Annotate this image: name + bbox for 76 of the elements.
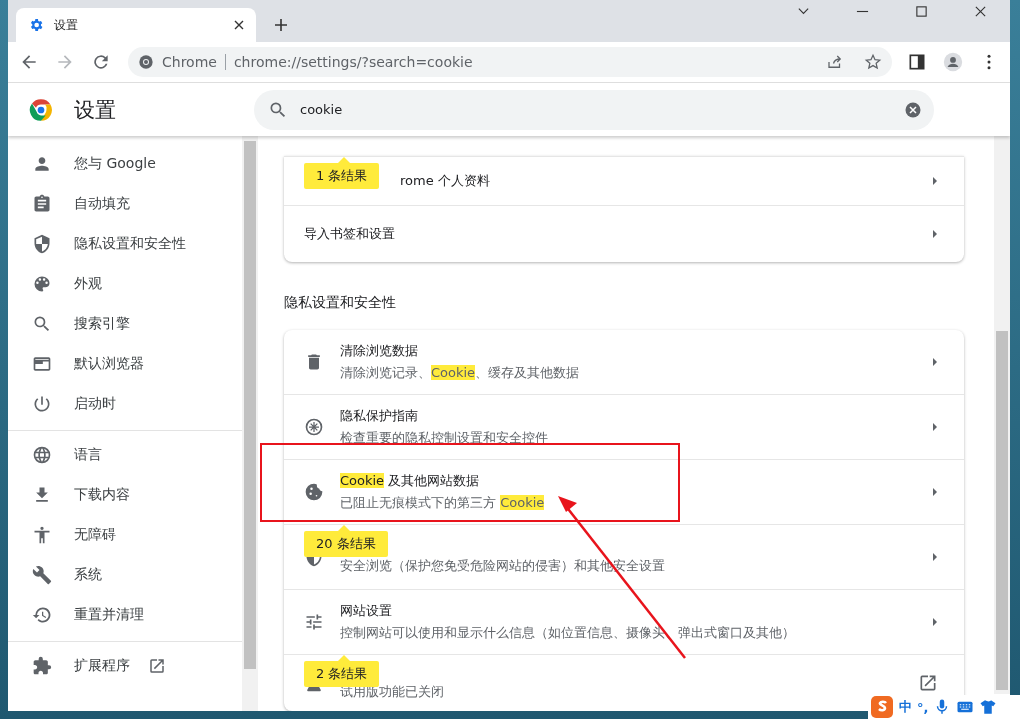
close-icon[interactable] bbox=[234, 20, 244, 30]
clear-icon[interactable] bbox=[904, 100, 922, 119]
row-description: 检查重要的隐私控制设置和安全控件 bbox=[340, 429, 549, 447]
sidebar-item[interactable]: 无障碍 bbox=[8, 515, 242, 555]
sidebar-item[interactable]: 您与 Google bbox=[8, 144, 242, 184]
row-description: 已阻止无痕模式下的第三方 Cookie bbox=[340, 494, 546, 512]
search-field[interactable]: cookie bbox=[254, 89, 934, 130]
result-count-tooltip: 1 条结果 bbox=[304, 157, 380, 189]
row-description: 清除浏览记录、Cookie、缓存及其他数据 bbox=[340, 364, 581, 382]
result-count-tooltip: 2 条结果 bbox=[304, 655, 380, 687]
settings-row[interactable]: 导入书签和设置 bbox=[284, 205, 964, 262]
arrow-icon bbox=[932, 617, 938, 627]
row-description: 控制网站可以使用和显示什么信息（如位置信息、摄像头、弹出式窗口及其他） bbox=[340, 624, 796, 642]
side-panel-icon[interactable] bbox=[907, 52, 927, 72]
sidebar-icon bbox=[32, 314, 52, 334]
result-count-tooltip: 20 条结果 bbox=[304, 525, 388, 557]
shirt-icon[interactable] bbox=[979, 698, 998, 716]
arrow-icon bbox=[932, 552, 938, 562]
cookie-icon bbox=[304, 482, 324, 502]
sidebar-icon bbox=[32, 525, 52, 545]
sidebar-item[interactable]: 扩展程序 bbox=[8, 646, 242, 686]
sidebar-icon bbox=[32, 274, 52, 294]
ime-logo-icon[interactable] bbox=[870, 695, 894, 719]
close-icon[interactable] bbox=[974, 5, 987, 18]
external-link-icon bbox=[918, 673, 938, 693]
settings-row[interactable]: 1 条结果 rome 个人资料 bbox=[284, 157, 964, 205]
star-icon[interactable] bbox=[864, 53, 882, 71]
sidebar-item[interactable]: 搜索引擎 bbox=[8, 304, 242, 344]
sidebar-item[interactable]: 重置并清理 bbox=[8, 595, 242, 635]
chrome-logo-icon bbox=[28, 96, 54, 123]
scrollbar[interactable] bbox=[242, 136, 258, 711]
page-title: 设置 bbox=[74, 96, 117, 124]
settings-row[interactable]: Cookie 及其他网站数据 已阻止无痕模式下的第三方 Cookie bbox=[284, 459, 964, 524]
arrow-icon bbox=[932, 422, 938, 432]
sidebar-item[interactable]: 自动填充 bbox=[8, 184, 242, 224]
arrow-icon bbox=[932, 487, 938, 497]
reload-icon[interactable] bbox=[91, 52, 111, 72]
maximize-icon[interactable] bbox=[915, 5, 928, 18]
row-title: 隐私保护指南 bbox=[340, 407, 419, 425]
sidebar-icon bbox=[32, 605, 52, 625]
compass-icon bbox=[304, 417, 324, 437]
row-title: 导入书签和设置 bbox=[304, 225, 396, 243]
sidebar-icon bbox=[32, 394, 52, 414]
sidebar-icon bbox=[32, 194, 52, 214]
row-title: rome 个人资料 bbox=[400, 172, 491, 190]
sidebar-item[interactable]: 外观 bbox=[8, 264, 242, 304]
sidebar-item[interactable]: 系统 bbox=[8, 555, 242, 595]
section-heading: 隐私设置和安全性 bbox=[284, 294, 397, 312]
address-bar[interactable]: Chrome chrome://settings/?search=cookie bbox=[128, 47, 892, 77]
settings-row[interactable]: 隐私保护指南 检查重要的隐私控制设置和安全控件 bbox=[284, 394, 964, 459]
scrollbar[interactable] bbox=[994, 136, 1010, 694]
sidebar-icon bbox=[32, 656, 52, 676]
row-title: Cookie 及其他网站数据 bbox=[340, 472, 481, 490]
sliders-icon bbox=[304, 612, 324, 632]
arrow-icon bbox=[932, 357, 938, 367]
sidebar-item[interactable]: 下载内容 bbox=[8, 475, 242, 515]
new-tab-icon[interactable] bbox=[274, 18, 288, 32]
arrow-icon bbox=[932, 229, 938, 239]
sidebar-item[interactable]: 启动时 bbox=[8, 384, 242, 424]
arrow-icon bbox=[932, 176, 938, 186]
settings-row[interactable]: 清除浏览数据 清除浏览记录、Cookie、缓存及其他数据 bbox=[284, 330, 964, 394]
sidebar-item[interactable]: 隐私设置和安全性 bbox=[8, 224, 242, 264]
sidebar-icon bbox=[32, 445, 52, 465]
sidebar-icon bbox=[32, 354, 52, 374]
profile-icon[interactable] bbox=[943, 52, 963, 72]
browser-tab[interactable]: 设置 bbox=[16, 8, 256, 42]
row-title: 网站设置 bbox=[340, 602, 393, 620]
settings-row[interactable]: 网站设置 控制网站可以使用和显示什么信息（如位置信息、摄像头、弹出式窗口及其他） bbox=[284, 589, 964, 654]
row-title: 清除浏览数据 bbox=[340, 342, 419, 360]
sidebar-item[interactable]: 语言 bbox=[8, 435, 242, 475]
gear-icon bbox=[28, 17, 44, 33]
share-icon[interactable] bbox=[826, 53, 844, 71]
sidebar-item[interactable]: 默认浏览器 bbox=[8, 344, 242, 384]
sidebar-icon bbox=[32, 565, 52, 585]
sidebar-icon bbox=[32, 234, 52, 254]
shield-icon bbox=[304, 557, 324, 567]
